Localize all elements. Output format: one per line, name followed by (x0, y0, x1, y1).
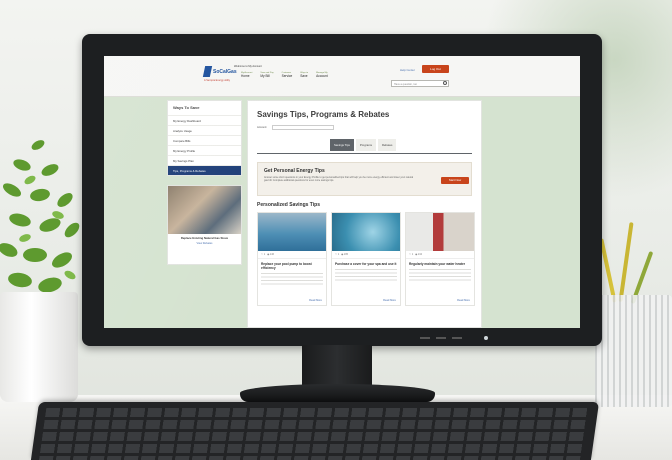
read-more-link[interactable]: Read More (309, 299, 322, 302)
monitor-buttons (452, 337, 462, 339)
section-title: Personalized Savings Tips (257, 202, 320, 208)
logo-flame-icon (202, 66, 213, 77)
account-label: Account: (257, 126, 268, 129)
like-count: 1 (337, 253, 340, 256)
sidebar-item-energy-profile[interactable]: My Energy Profile (168, 145, 241, 155)
view-count: 195 (343, 253, 348, 256)
logo-subtitle: A Sempra Energy utility (204, 79, 230, 82)
account-select[interactable] (272, 125, 334, 130)
nav-account[interactable]: Manage My Account (316, 72, 328, 78)
nav-my-bill[interactable]: View and Pay My Bill (260, 72, 273, 78)
tab-bar: Savings Tips Programs Rebates (330, 139, 397, 151)
photo-scene: SoCalGas A Sempra Energy utility Welcome… (0, 0, 672, 460)
search-input[interactable]: Have a question, too (391, 80, 449, 87)
plant-pot (0, 292, 78, 402)
view-rebates-link[interactable]: View Rebates (168, 242, 241, 245)
banner-title: Get Personal Energy Tips (264, 168, 325, 174)
ways-to-save-menu: Ways To Save My Energy Dashboard Analyze… (167, 100, 242, 176)
pencil (618, 222, 634, 302)
card-image-water-heater (406, 213, 474, 251)
view-count: 146 (269, 253, 274, 256)
power-indicator-icon (484, 336, 488, 340)
tip-card[interactable]: ♡ 1 ◉ 146 Replace your pool pump to boos… (257, 212, 327, 306)
like-count: 1 (263, 253, 266, 256)
tab-rebates[interactable]: Rebates (377, 139, 397, 151)
card-meta: ♡ 1 ◉ 146 (258, 251, 326, 259)
site-header: SoCalGas A Sempra Energy utility Welcome… (104, 56, 580, 97)
card-body-text (261, 273, 323, 287)
sidebar-item-tips[interactable]: Tips, Programs & Rebates (168, 165, 241, 175)
keyboard (30, 402, 600, 460)
nav-label: My Bill (260, 74, 270, 78)
pencil-cup (595, 295, 672, 407)
nav-label: Save (300, 74, 308, 78)
sidebar-item-compare-bills[interactable]: Compare Bills (168, 135, 241, 145)
card-image-pool (258, 213, 326, 251)
promo-card: Replace Existing Natural Gas Stove View … (167, 185, 242, 265)
card-image-spa (332, 213, 400, 251)
card-meta: ♡ 1 ◉ 134 (406, 251, 474, 259)
sidebar: Ways To Save My Energy Dashboard Analyze… (167, 100, 242, 328)
tip-cards: ♡ 1 ◉ 146 Replace your pool pump to boos… (257, 212, 475, 306)
card-title: Replace your pool pump to boost efficien… (261, 262, 312, 270)
card-body-text (409, 269, 471, 283)
nav-home[interactable]: My Account Home (241, 72, 252, 78)
card-title: Regularly maintain your water heater (409, 262, 465, 266)
monitor-buttons (420, 337, 430, 339)
page-title: Savings Tips, Programs & Rebates (257, 110, 390, 119)
nav-label: Service (281, 74, 293, 78)
tip-card[interactable]: ♡ 1 ◉ 195 Purchase a cover for your spa … (331, 212, 401, 306)
potted-plant (0, 140, 80, 293)
read-more-link[interactable]: Read More (457, 299, 470, 302)
sidebar-item-dashboard[interactable]: My Energy Dashboard (168, 115, 241, 125)
promo-title: Replace Existing Natural Gas Stove (180, 236, 229, 240)
welcome-text: Welcome to My Account (234, 65, 262, 68)
energy-tips-banner: Get Personal Energy Tips Answer some sho… (257, 162, 472, 196)
start-now-button[interactable]: Start Now (441, 177, 469, 184)
card-body-text (335, 269, 397, 283)
sidebar-item-savings-plan[interactable]: My Savings Plan (168, 155, 241, 165)
view-count: 134 (417, 253, 422, 256)
read-more-link[interactable]: Read More (383, 299, 396, 302)
card-meta: ♡ 1 ◉ 195 (332, 251, 400, 259)
tab-savings-tips[interactable]: Savings Tips (330, 139, 354, 151)
keyboard-keys (38, 408, 591, 460)
main-content: Savings Tips, Programs & Rebates Account… (247, 100, 482, 328)
logo[interactable]: SoCalGas (202, 66, 237, 77)
help-center-link[interactable]: Help Center (400, 68, 415, 72)
monitor-screen: SoCalGas A Sempra Energy utility Welcome… (104, 56, 580, 328)
nav-label: Account (316, 74, 328, 78)
sidebar-title: Ways To Save (173, 105, 200, 110)
tip-card[interactable]: ♡ 1 ◉ 134 Regularly maintain your water … (405, 212, 475, 306)
sidebar-item-analyze-usage[interactable]: Analyze Usage (168, 125, 241, 135)
banner-text: Answer some short questions in your Ener… (264, 176, 414, 183)
like-count: 1 (411, 253, 414, 256)
main-nav: My Account Home View and Pay My Bill Custo… (241, 72, 328, 78)
tab-divider (257, 153, 472, 154)
nav-save[interactable]: Ways to Save (300, 72, 308, 78)
card-title: Purchase a cover for your spa and use it (335, 262, 397, 266)
monitor-buttons (436, 337, 446, 339)
logout-button[interactable]: Log Out (422, 65, 449, 73)
tab-programs[interactable]: Programs (355, 139, 376, 151)
nav-label: Home (241, 74, 250, 78)
logo-text: SoCalGas (213, 68, 237, 75)
monitor-base (240, 384, 435, 402)
search-icon[interactable] (443, 81, 447, 85)
nav-service[interactable]: Customer Service (282, 72, 293, 78)
promo-image (168, 186, 241, 234)
